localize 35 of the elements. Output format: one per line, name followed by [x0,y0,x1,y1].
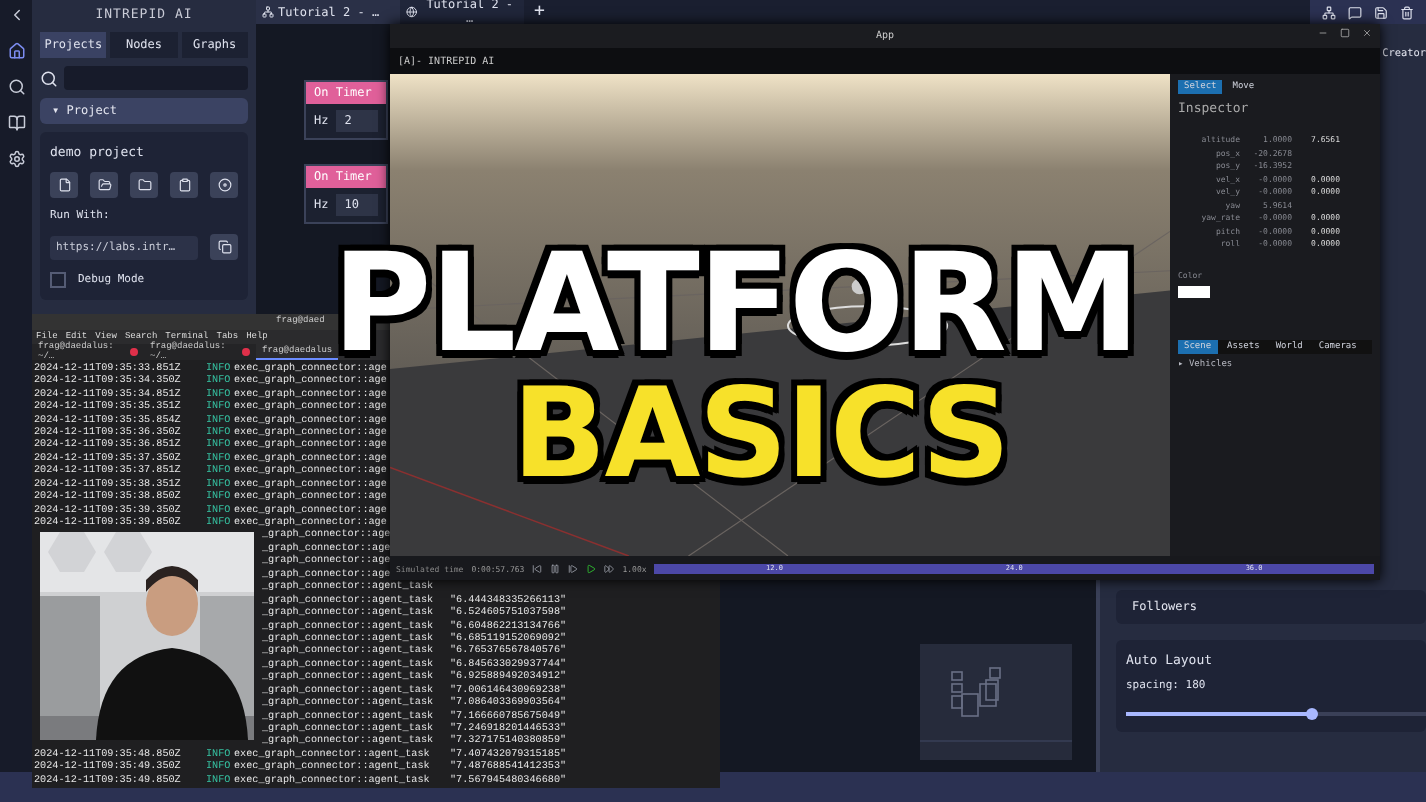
save-icon[interactable] [1374,5,1388,19]
chat-icon[interactable] [1348,5,1362,19]
copy-icon [217,240,231,254]
folder-button[interactable] [130,172,158,198]
color-swatch[interactable] [1178,286,1210,298]
skip-back-icon[interactable] [532,563,543,573]
copy-button[interactable] [210,234,238,260]
book-icon[interactable] [7,114,25,132]
clipboard-icon [177,178,191,192]
search-icon[interactable] [40,69,58,87]
clipboard-button[interactable] [170,172,198,198]
close-icon[interactable] [242,347,250,356]
file-icon [57,178,71,192]
folder-open-button[interactable] [90,172,118,198]
maximize-icon[interactable] [1340,28,1350,38]
new-tab-button[interactable]: + [524,2,555,22]
debug-checkbox[interactable] [50,272,66,288]
settings-icon[interactable] [7,150,25,168]
close-icon[interactable] [130,347,138,356]
step-icon[interactable] [568,563,579,573]
file-button[interactable] [50,172,78,198]
globe-icon [406,6,418,18]
trash-icon[interactable] [1400,5,1414,19]
play-icon[interactable] [586,563,597,573]
headline-subtitle: BASICS [512,384,1009,484]
fast-forward-icon[interactable] [604,563,615,573]
folder-open-icon [97,178,111,192]
folder-icon [137,178,151,192]
graph-icon [262,6,274,18]
disc-icon [217,178,231,192]
home-icon[interactable] [7,42,25,60]
graph-icon[interactable] [1322,5,1336,19]
pause-icon[interactable] [550,563,561,573]
disc-button[interactable] [210,172,238,198]
search-icon[interactable] [7,78,25,96]
